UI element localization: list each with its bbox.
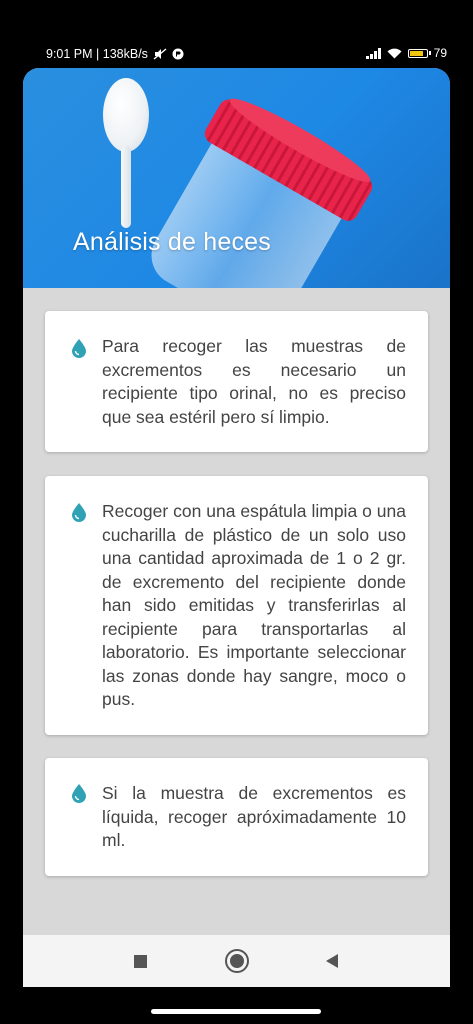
battery-icon bbox=[407, 48, 431, 58]
water-drop-icon bbox=[72, 784, 86, 803]
status-left: 9:01 PM | 138kB/s bbox=[46, 47, 184, 61]
signal-icon bbox=[366, 47, 381, 59]
recents-button[interactable] bbox=[128, 949, 152, 973]
water-drop-icon bbox=[72, 503, 86, 522]
gesture-handle[interactable] bbox=[151, 1009, 321, 1014]
instruction-text: Para recoger las muestras de excrementos… bbox=[102, 336, 406, 427]
circle-icon bbox=[227, 951, 247, 971]
mute-icon bbox=[153, 48, 167, 60]
back-button[interactable] bbox=[320, 949, 344, 973]
spoon-handle-image bbox=[121, 146, 131, 228]
instruction-text: Si la muestra de excrementos es líquida,… bbox=[102, 783, 406, 850]
sample-container-image bbox=[133, 92, 383, 288]
page-title: Análisis de heces bbox=[73, 228, 271, 256]
header-banner: Análisis de heces bbox=[23, 68, 450, 288]
triangle-back-icon bbox=[326, 954, 338, 968]
status-bar: 9:01 PM | 138kB/s 79 bbox=[0, 0, 473, 68]
app-notification-icon bbox=[172, 48, 184, 60]
spoon-image bbox=[103, 78, 149, 152]
instruction-card: Para recoger las muestras de excrementos… bbox=[45, 311, 428, 452]
square-icon bbox=[133, 954, 147, 968]
instruction-text: Recoger con una espátula limpia o una cu… bbox=[102, 501, 406, 709]
app-screen: Análisis de heces Para recoger las muest… bbox=[23, 68, 450, 987]
wifi-icon bbox=[387, 48, 402, 58]
instruction-card: Si la muestra de excrementos es líquida,… bbox=[45, 758, 428, 876]
status-right: 79 bbox=[366, 46, 447, 60]
water-drop-icon bbox=[72, 339, 86, 358]
status-time-speed: 9:01 PM | 138kB/s bbox=[46, 47, 148, 61]
home-button[interactable] bbox=[225, 949, 249, 973]
instruction-card: Recoger con una espátula limpia o una cu… bbox=[45, 476, 428, 735]
battery-level: 79 bbox=[433, 46, 447, 60]
navigation-bar bbox=[23, 935, 450, 987]
